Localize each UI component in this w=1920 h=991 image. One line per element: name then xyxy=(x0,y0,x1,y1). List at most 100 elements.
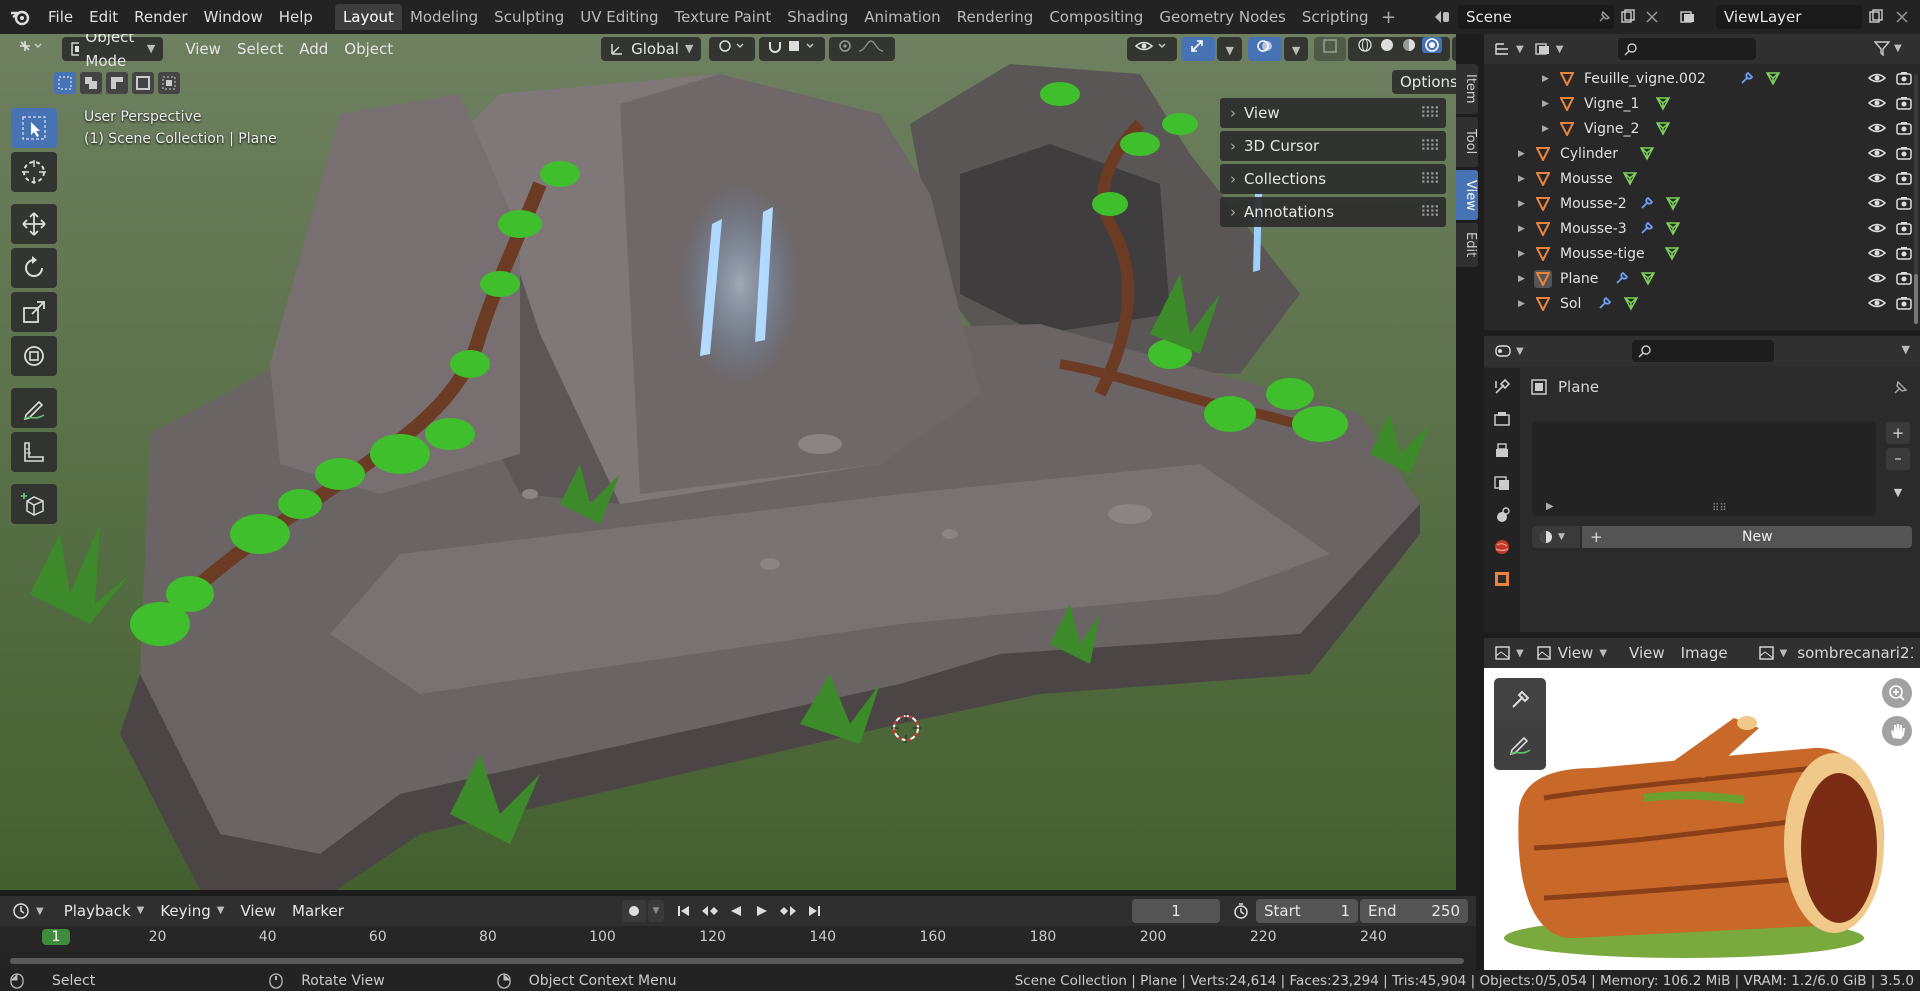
wrench-modifier-icon[interactable] xyxy=(1639,195,1655,215)
xray-toggle[interactable] xyxy=(1314,37,1347,61)
drag-handle-icon[interactable]: ⠿⠿ xyxy=(1420,203,1440,221)
outliner-search-input[interactable] xyxy=(1618,38,1756,60)
material-slot-list[interactable]: ▶ ⠿⠿ xyxy=(1532,422,1876,516)
blender-logo-icon[interactable] xyxy=(0,7,40,27)
eye-icon[interactable] xyxy=(1868,170,1886,186)
mesh-data-icon[interactable] xyxy=(1640,270,1656,290)
eye-icon[interactable] xyxy=(1868,220,1886,236)
play-button[interactable] xyxy=(750,900,774,922)
select-box-tool[interactable] xyxy=(11,108,57,148)
rendered-shading-icon[interactable] xyxy=(1422,37,1443,53)
outliner-row[interactable]: ▶ Mousse xyxy=(1484,166,1920,191)
camera-icon[interactable] xyxy=(1896,195,1912,211)
expand-triangle-icon[interactable]: ▶ xyxy=(1518,274,1525,284)
drag-handle-icon[interactable]: ⠿⠿ xyxy=(1420,104,1440,122)
select-extend-icon[interactable] xyxy=(80,72,102,94)
shading-dropdown[interactable]: ▼ xyxy=(1452,37,1456,61)
options-dropdown[interactable]: Options ▼ xyxy=(1392,70,1456,94)
expand-triangle-icon[interactable]: ▶ xyxy=(1546,501,1554,512)
world-properties-icon[interactable] xyxy=(1493,538,1511,556)
tab-modeling[interactable]: Modeling xyxy=(402,4,486,30)
menu-file[interactable]: File xyxy=(40,5,81,29)
outliner-scrollbar[interactable] xyxy=(1914,74,1918,324)
eye-icon[interactable] xyxy=(1868,245,1886,261)
wrench-modifier-icon[interactable] xyxy=(1614,270,1630,290)
overlays-toggle[interactable] xyxy=(1247,37,1282,61)
npanel-annotations[interactable]: › Annotations ⠿⠿ xyxy=(1220,197,1446,227)
camera-icon[interactable] xyxy=(1896,145,1912,161)
pan-button[interactable] xyxy=(1882,716,1912,746)
render-properties-icon[interactable] xyxy=(1493,410,1511,428)
overlays-dropdown[interactable]: ▼ xyxy=(1283,37,1309,61)
scene-selector-icon[interactable] xyxy=(1430,5,1454,29)
output-properties-icon[interactable] xyxy=(1493,442,1511,460)
remove-slot-button[interactable]: – xyxy=(1886,448,1910,470)
wrench-modifier-icon[interactable] xyxy=(1597,295,1613,315)
outliner-row[interactable]: ▶ Vigne_1 xyxy=(1484,91,1920,116)
delete-scene-icon[interactable] xyxy=(1640,5,1664,29)
image-mode-dropdown[interactable]: View ▼ xyxy=(1536,644,1607,662)
browse-image-button[interactable]: ▼ xyxy=(1758,645,1787,661)
viewport-menu-select[interactable]: Select xyxy=(229,37,291,61)
transform-tool[interactable] xyxy=(11,336,57,376)
annotate-tool[interactable] xyxy=(1494,722,1546,766)
tab-compositing[interactable]: Compositing xyxy=(1041,4,1151,30)
timeline-scrollbar[interactable] xyxy=(10,958,1464,964)
mesh-data-icon[interactable] xyxy=(1639,145,1655,165)
image-menu-view[interactable]: View xyxy=(1629,644,1665,662)
mesh-data-icon[interactable] xyxy=(1665,195,1681,215)
sample-tool[interactable] xyxy=(1494,678,1546,722)
menu-window[interactable]: Window xyxy=(196,5,271,29)
expand-triangle-icon[interactable]: ▶ xyxy=(1518,149,1525,159)
stopwatch-icon[interactable] xyxy=(1232,902,1250,920)
outliner-row[interactable]: ▶ Mousse-2 xyxy=(1484,191,1920,216)
wireframe-shading-icon[interactable] xyxy=(1356,37,1374,53)
new-scene-icon[interactable] xyxy=(1616,5,1640,29)
expand-triangle-icon[interactable]: ▶ xyxy=(1518,174,1525,184)
npanel-view[interactable]: › View ⠿⠿ xyxy=(1220,98,1446,128)
view-layer-icon[interactable] xyxy=(1676,5,1700,29)
add-cube-tool[interactable] xyxy=(11,484,57,524)
frame-ruler[interactable]: 1 20 40 60 80 100 120 140 160 180 200 220 240 xyxy=(0,926,1476,952)
select-new-icon[interactable] xyxy=(54,72,76,94)
outliner-row[interactable]: ▶ Mousse-3 xyxy=(1484,216,1920,241)
record-button[interactable] xyxy=(622,900,646,922)
editor-type-button[interactable] xyxy=(10,37,52,61)
prev-keyframe-button[interactable] xyxy=(698,900,722,922)
play-reverse-button[interactable] xyxy=(724,900,748,922)
image-editor-type-button[interactable]: ▼ xyxy=(1494,645,1524,661)
outliner-row[interactable]: ▶ Vigne_2 xyxy=(1484,116,1920,141)
eye-icon[interactable] xyxy=(1868,120,1886,136)
tool-settings-icon[interactable] xyxy=(1493,378,1511,396)
expand-triangle-icon[interactable]: ▶ xyxy=(1518,249,1525,259)
chevron-down-icon[interactable]: ▼ xyxy=(1902,343,1910,356)
viewport-menu-object[interactable]: Object xyxy=(336,37,401,61)
tab-item[interactable]: Item xyxy=(1456,64,1478,114)
timeline-editor-type-button[interactable]: ▼ xyxy=(12,902,44,920)
3d-viewport[interactable]: Object Mode ▼ View Select Add Object Glo… xyxy=(0,34,1456,890)
camera-icon[interactable] xyxy=(1896,70,1912,86)
tab-shading[interactable]: Shading xyxy=(779,4,856,30)
tab-sculpting[interactable]: Sculpting xyxy=(486,4,572,30)
pivot-point-button[interactable] xyxy=(709,37,756,61)
add-workspace-button[interactable]: + xyxy=(1377,7,1401,28)
outliner-editor-type-button[interactable]: ▼ xyxy=(1494,41,1524,57)
gizmo-dropdown[interactable]: ▼ xyxy=(1217,37,1242,61)
current-frame-marker[interactable]: 1 xyxy=(42,929,70,945)
image-menu-image[interactable]: Image xyxy=(1681,644,1728,662)
viewport-menu-view[interactable]: View xyxy=(177,37,229,61)
mesh-data-icon[interactable] xyxy=(1623,295,1639,315)
jump-end-button[interactable] xyxy=(802,900,826,922)
display-mode-button[interactable]: ▼ xyxy=(1534,41,1563,57)
outliner-row[interactable]: ▶ Sol xyxy=(1484,291,1920,316)
tab-animation[interactable]: Animation xyxy=(856,4,948,30)
scene-properties-icon[interactable] xyxy=(1493,506,1511,524)
gizmo-toggle[interactable] xyxy=(1181,37,1216,61)
outliner-row[interactable]: ▶ Feuille_vigne.002 xyxy=(1484,66,1920,91)
expand-triangle-icon[interactable]: ▶ xyxy=(1518,224,1525,234)
properties-search-input[interactable] xyxy=(1632,340,1774,362)
tab-tool[interactable]: Tool xyxy=(1456,117,1478,167)
outliner-row[interactable]: ▶ Mousse-tige xyxy=(1484,241,1920,266)
zoom-button[interactable] xyxy=(1882,678,1912,708)
timeline-menu-marker[interactable]: Marker xyxy=(284,899,352,923)
